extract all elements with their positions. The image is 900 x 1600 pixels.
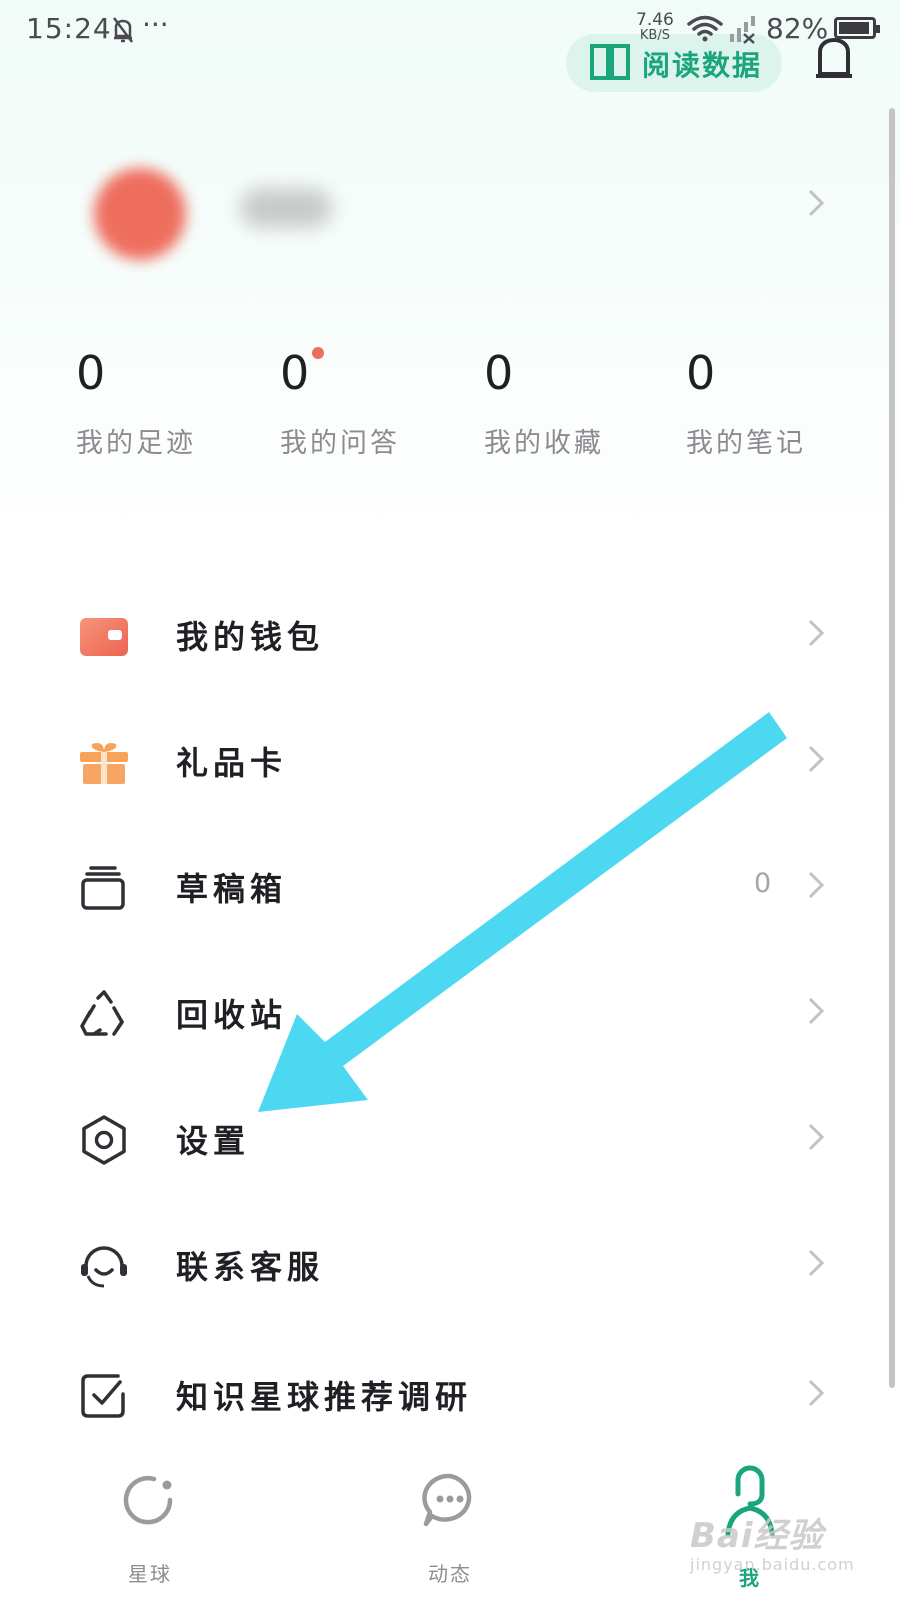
headset-icon — [78, 1240, 130, 1292]
signal-icon — [728, 14, 758, 48]
watermark: Bai经验 jingyan.baidu.com — [690, 1508, 855, 1574]
menu-label: 回收站 — [176, 996, 288, 1034]
wifi-icon — [686, 14, 724, 46]
menu-label: 礼品卡 — [176, 744, 288, 782]
profile-row[interactable] — [0, 150, 900, 270]
stat-qa[interactable]: 0 我的问答 — [280, 345, 460, 460]
stat-footprints[interactable]: 0 我的足迹 — [76, 345, 256, 460]
menu-item-survey[interactable]: 知识星球推荐调研 — [0, 1340, 900, 1450]
menu-item-drafts[interactable]: 草稿箱 0 — [0, 832, 900, 942]
avatar[interactable] — [94, 168, 186, 260]
nav-tab-planet[interactable]: 星球 — [50, 1450, 250, 1600]
drafts-count: 0 — [754, 868, 772, 899]
wallet-icon — [78, 610, 130, 662]
drafts-icon — [78, 862, 130, 914]
unread-dot — [312, 347, 324, 359]
stat-label: 我的笔记 — [686, 428, 806, 459]
stat-value: 0 — [484, 346, 514, 400]
chevron-right-icon — [806, 188, 826, 222]
nav-label: 动态 — [428, 1562, 472, 1586]
recycle-icon — [78, 988, 130, 1040]
settings-hexagon-icon — [78, 1114, 130, 1166]
watermark-url: jingyan.baidu.com — [690, 1555, 855, 1574]
gift-icon — [78, 736, 130, 788]
stat-value: 0 — [76, 346, 106, 400]
battery-icon — [834, 17, 880, 39]
stat-value: 0 — [280, 346, 310, 400]
status-bar: 15:24 ··· 7.46 KB/S 82% — [0, 0, 900, 64]
menu-item-wallet[interactable]: 我的钱包 — [0, 580, 900, 690]
menu-item-gift-card[interactable]: 礼品卡 — [0, 706, 900, 816]
nav-label: 星球 — [128, 1562, 172, 1586]
watermark-brand: Bai经验 — [690, 1516, 824, 1556]
status-time: 15:24 — [26, 12, 112, 45]
menu-label: 知识星球推荐调研 — [176, 1378, 473, 1416]
battery-percent: 82% — [766, 12, 829, 45]
menu-label: 设置 — [176, 1122, 251, 1160]
menu-item-settings[interactable]: 设置 — [0, 1084, 900, 1194]
stat-value: 0 — [686, 346, 716, 400]
nav-tab-feed[interactable]: 动态 — [350, 1450, 550, 1600]
planet-icon — [120, 1470, 180, 1534]
chevron-right-icon — [806, 870, 826, 904]
stat-favorites[interactable]: 0 我的收藏 — [484, 345, 664, 460]
checkbox-icon — [78, 1370, 130, 1422]
chat-bubble-icon — [420, 1470, 480, 1534]
menu-item-recycle-bin[interactable]: 回收站 — [0, 958, 900, 1068]
chevron-right-icon — [806, 618, 826, 652]
menu-label: 草稿箱 — [176, 870, 288, 908]
network-speed: 7.46 KB/S — [636, 10, 674, 44]
menu-item-customer-service[interactable]: 联系客服 — [0, 1210, 900, 1320]
username-blurred — [240, 188, 332, 228]
scrollbar[interactable] — [889, 108, 895, 1388]
stats-row: 0 我的足迹 0 我的问答 0 我的收藏 0 我的笔记 — [0, 345, 900, 475]
stat-label: 我的足迹 — [76, 428, 196, 459]
chevron-right-icon — [806, 1248, 826, 1282]
stat-notes[interactable]: 0 我的笔记 — [686, 345, 866, 460]
menu-label: 我的钱包 — [176, 618, 325, 656]
chevron-right-icon — [806, 1378, 826, 1412]
chevron-right-icon — [806, 744, 826, 778]
menu-label: 联系客服 — [176, 1248, 325, 1286]
stat-label: 我的问答 — [280, 428, 400, 459]
stat-label: 我的收藏 — [484, 428, 604, 459]
chevron-right-icon — [806, 1122, 826, 1156]
bell-muted-icon — [112, 16, 134, 48]
chevron-right-icon — [806, 996, 826, 1030]
status-more: ··· — [142, 8, 169, 41]
